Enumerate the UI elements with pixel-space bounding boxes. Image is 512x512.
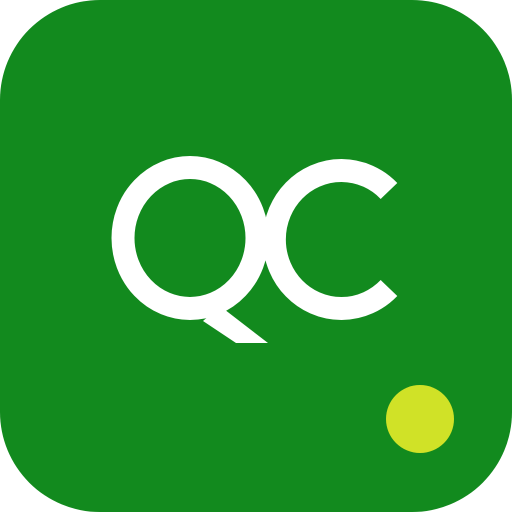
status-dot (386, 385, 454, 453)
app-icon (0, 0, 512, 512)
